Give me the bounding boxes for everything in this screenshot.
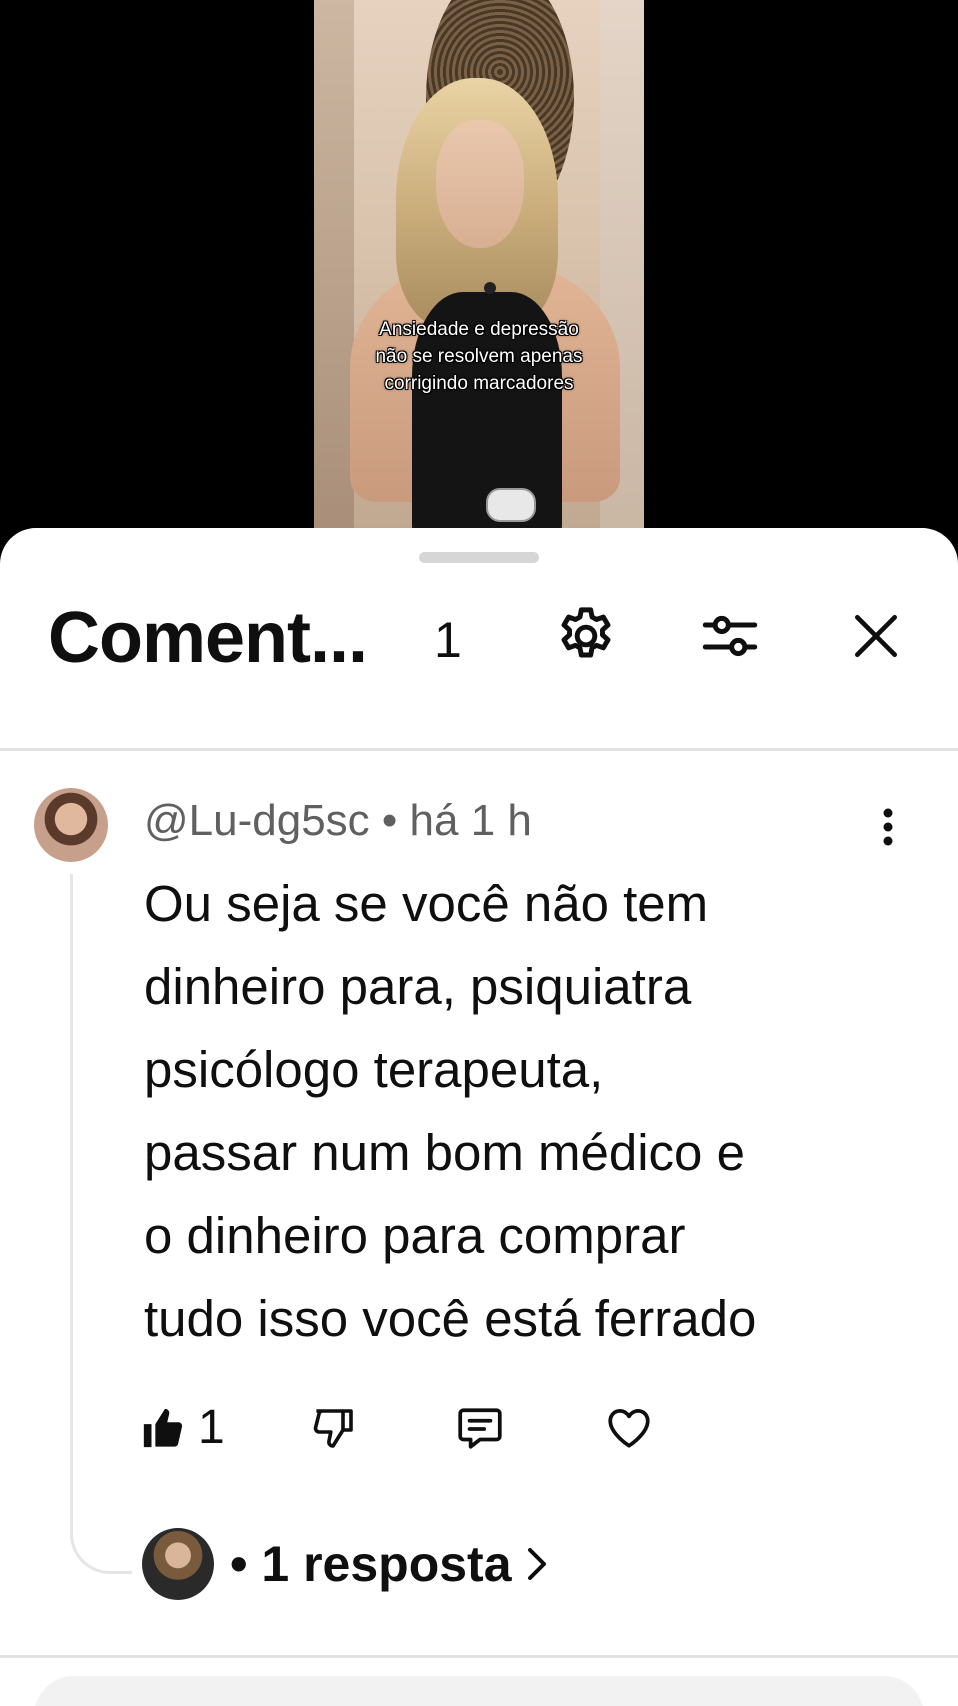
replies-label: • 1 resposta — [230, 1536, 512, 1592]
bottom-divider — [0, 1655, 958, 1658]
view-replies-button[interactable]: • 1 resposta — [142, 1528, 548, 1600]
dislike-button[interactable] — [310, 1392, 358, 1464]
gear-icon — [561, 607, 611, 658]
comment-line: Ou seja se você não tem — [144, 875, 709, 932]
comment-line: tudo isso você está ferrado — [144, 1290, 757, 1347]
comment-meta: @Lu-dg5sc • há 1 h — [144, 796, 532, 845]
sliders-icon — [702, 615, 758, 657]
heart-icon — [608, 1409, 650, 1448]
caption-line: corrigindo marcadores — [384, 373, 574, 394]
comment-line: psicólogo terapeuta, — [144, 1041, 604, 1098]
video-caption: Ansiedade e depressão não se resolvem ap… — [314, 316, 644, 397]
comment-actions: 1 — [140, 1392, 700, 1464]
video-person-face — [436, 120, 524, 248]
comments-count: 1 — [434, 612, 462, 668]
comments-title: Coment... — [48, 598, 368, 678]
lapel-mic — [484, 282, 496, 294]
chevron-right-icon — [526, 1544, 548, 1584]
reply-button[interactable] — [454, 1392, 506, 1464]
comment-icon — [458, 1408, 502, 1449]
caption-line: não se resolvem apenas — [375, 346, 583, 367]
avatar — [142, 1528, 214, 1600]
comment-line: o dinheiro para comprar — [144, 1207, 686, 1264]
comments-header: Coment... 1 — [0, 588, 958, 678]
like-button[interactable]: 1 — [140, 1392, 225, 1464]
caption-line: Ansiedade e depressão — [379, 319, 579, 340]
comment-line: passar num bom médico e — [144, 1124, 745, 1181]
more-options-button[interactable] — [868, 800, 908, 854]
avatar[interactable] — [34, 788, 108, 862]
comment-text: Ou seja se você não tem dinheiro para, p… — [144, 862, 884, 1360]
drag-handle[interactable] — [419, 552, 539, 563]
settings-button[interactable] — [546, 596, 626, 676]
thumbs-up-icon — [143, 1408, 183, 1448]
close-icon — [855, 615, 897, 657]
comment-input[interactable] — [34, 1676, 924, 1706]
header-divider — [0, 748, 958, 751]
heart-button[interactable] — [602, 1392, 656, 1464]
like-count: 1 — [198, 1401, 225, 1454]
comments-sheet: Coment... 1 @Lu-dg5sc • há 1 h Ou seja s… — [0, 528, 958, 1706]
thread-line — [70, 874, 132, 1574]
more-vertical-icon — [883, 808, 893, 846]
handheld-device — [486, 488, 536, 522]
video-frame: Ansiedade e depressão não se resolvem ap… — [314, 0, 644, 540]
close-button[interactable] — [836, 596, 916, 676]
video-player[interactable]: Ansiedade e depressão não se resolvem ap… — [0, 0, 958, 540]
video-background — [314, 0, 354, 540]
filter-button[interactable] — [690, 596, 770, 676]
comment-line: dinheiro para, psiquiatra — [144, 958, 692, 1015]
thumbs-down-icon — [313, 1409, 353, 1448]
